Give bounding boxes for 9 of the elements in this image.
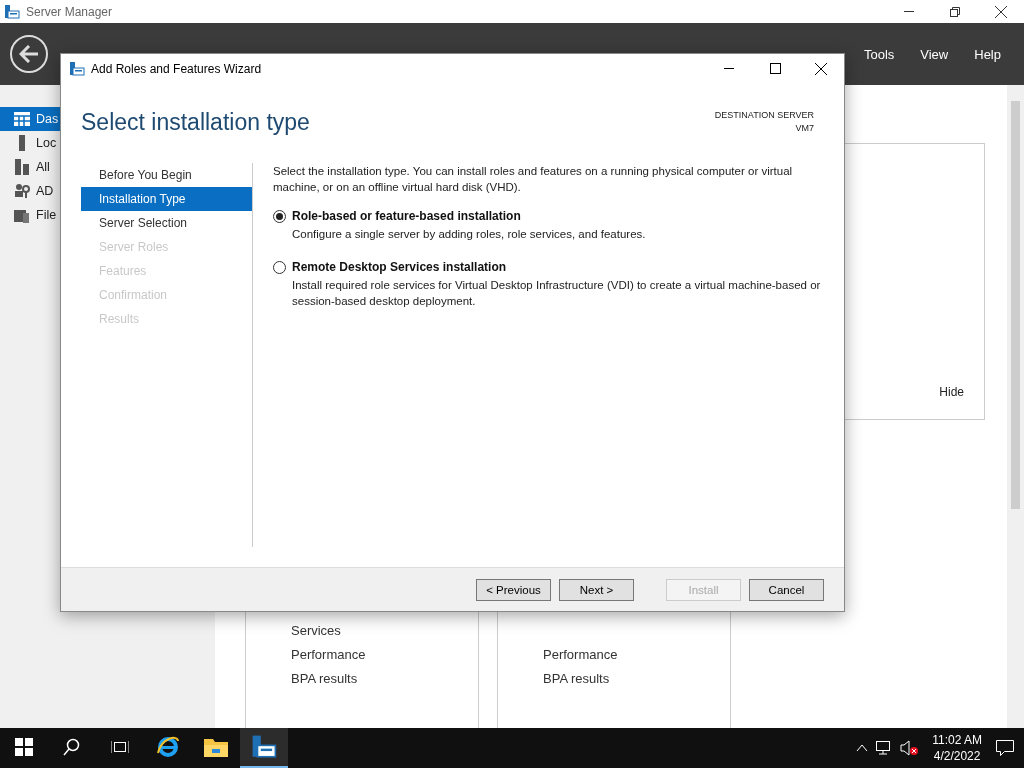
clock-time: 11:02 AM [932,732,982,748]
clock-date: 4/2/2022 [933,748,981,764]
destination-server: VM7 [795,122,814,135]
destination-label: DESTINATION SERVER [714,109,814,122]
option-description: Configure a single server by adding roles, role services, and features. [292,227,646,242]
dialog-title: Add Roles and Features Wizard [91,61,262,76]
intro-text: Select the installation type. You can install roles and features on a running physical computer or virtual machine, or on an offline virtual hard disk (VHD). [273,164,794,195]
window-title: Server Manager [26,4,113,19]
option-description: Install required role services for Virtual Desktop Infrastructure (VDI) to create a virtual machine-based or session-based desktop deployment. [292,278,822,309]
